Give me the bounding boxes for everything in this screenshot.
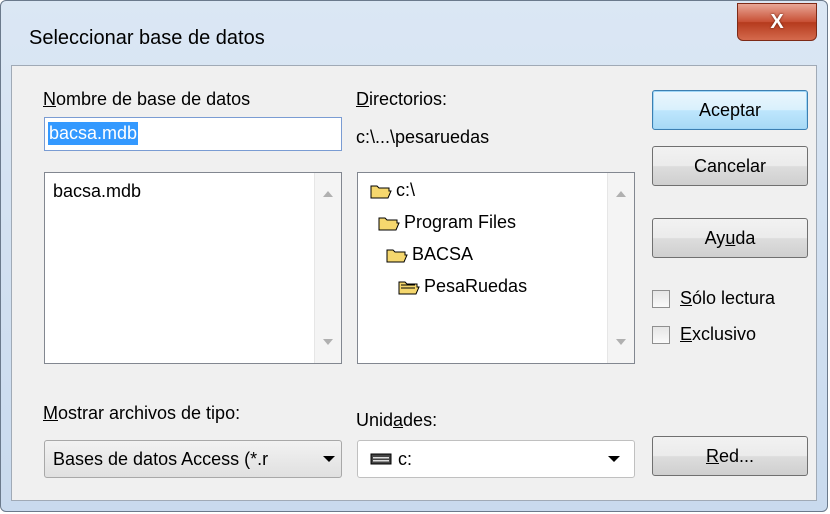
file-item[interactable]: bacsa.mdb (53, 181, 141, 202)
dir-item-bacsa[interactable]: BACSA (412, 244, 473, 265)
exclusive-checkbox[interactable] (652, 326, 670, 344)
folder-open-icon (378, 217, 400, 231)
dbname-label: Nombre de base de datos (43, 89, 251, 109)
close-button[interactable]: X (737, 3, 817, 41)
dialog-client-area: Nombre de base de datos bacsa.mdb bacsa.… (11, 65, 817, 501)
network-button[interactable]: Red... (652, 436, 808, 476)
drives-label: Unidades: (356, 410, 438, 430)
directories-label: Directorios: (356, 89, 448, 109)
files-scrollbar[interactable] (314, 173, 341, 363)
current-path: c:\...\pesaruedas (356, 127, 490, 147)
drives-select[interactable]: c: (357, 440, 635, 478)
dbname-input-value: bacsa.mdb (48, 122, 139, 145)
filetype-value: Bases de datos Access (*.r (53, 449, 269, 469)
drive-icon (370, 453, 392, 465)
scroll-up-icon[interactable] (616, 191, 626, 197)
dir-item-pesaruedas[interactable]: PesaRuedas (424, 276, 527, 297)
dir-item-program-files[interactable]: Program Files (404, 212, 516, 233)
cancel-button[interactable]: Cancelar (652, 146, 808, 186)
dir-item-root[interactable]: c:\ (396, 180, 415, 201)
folder-open-icon (386, 249, 408, 263)
accept-button[interactable]: Aceptar (652, 90, 808, 130)
directories-listbox[interactable]: c:\ Program Files BACSA PesaRuedas (357, 172, 635, 364)
filetype-select[interactable]: Bases de datos Access (*.r (44, 440, 342, 478)
scroll-down-icon[interactable] (323, 339, 333, 345)
filetype-label: Mostrar archivos de tipo: (43, 403, 241, 423)
exclusive-label: Exclusivo (680, 324, 757, 344)
files-listbox[interactable]: bacsa.mdb (44, 172, 342, 364)
dialog-window: Seleccionar base de datos X Nombre de ba… (0, 0, 828, 512)
readonly-label: Sólo lectura (680, 288, 776, 308)
help-button[interactable]: Ayuda (652, 218, 808, 258)
directories-scrollbar[interactable] (607, 173, 634, 363)
scroll-down-icon[interactable] (616, 339, 626, 345)
folder-open-icon (398, 281, 420, 295)
window-title: Seleccionar base de datos (29, 27, 265, 49)
chevron-down-icon (323, 456, 335, 462)
dbname-input[interactable]: bacsa.mdb (44, 117, 342, 151)
folder-open-icon (370, 185, 392, 199)
drive-value: c: (398, 449, 413, 469)
close-icon: X (770, 11, 784, 33)
chevron-down-icon (608, 456, 620, 462)
readonly-checkbox[interactable] (652, 290, 670, 308)
scroll-up-icon[interactable] (323, 191, 333, 197)
title-bar[interactable]: Seleccionar base de datos X (1, 1, 827, 65)
